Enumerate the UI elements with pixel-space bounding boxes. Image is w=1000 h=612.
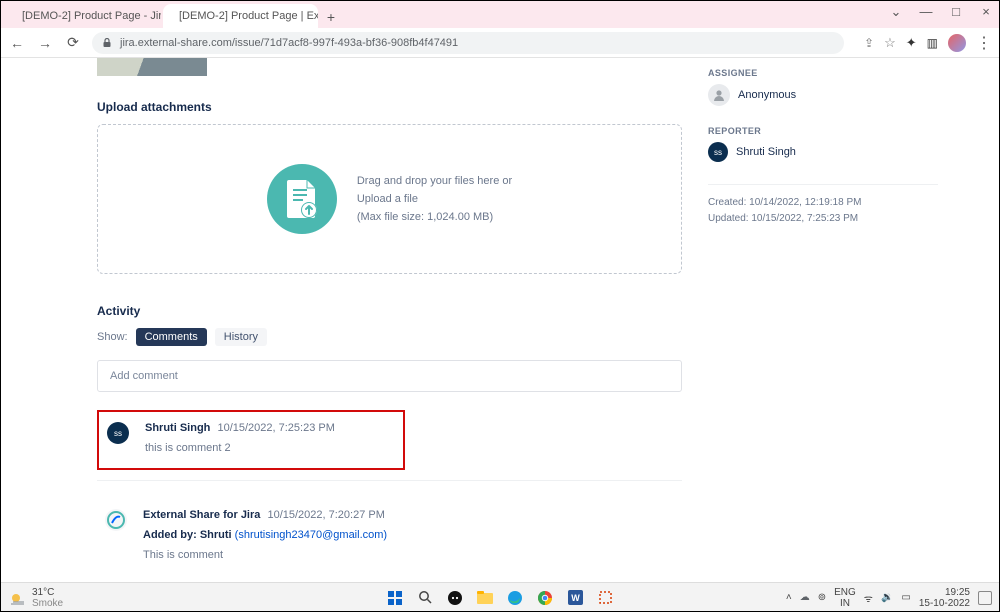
weather-temp: 31°C: [32, 587, 63, 598]
menu-icon[interactable]: ⋮: [976, 33, 992, 53]
divider: [97, 480, 682, 481]
edge-icon[interactable]: [505, 588, 525, 608]
clock-date: 15-10-2022: [919, 598, 970, 609]
added-by-email: (shrutisingh23470@gmail.com): [235, 529, 387, 541]
weather-icon: [8, 589, 26, 607]
activity-tabs: Show: Comments History: [97, 328, 682, 346]
browser-chrome: [DEMO-2] Product Page - Jira × [DEMO-2] …: [0, 0, 1000, 58]
activity-heading: Activity: [97, 304, 682, 318]
tab-strip: [DEMO-2] Product Page - Jira × [DEMO-2] …: [0, 0, 1000, 28]
tab-title: [DEMO-2] Product Page - Jira: [22, 10, 161, 22]
notification-icon[interactable]: [978, 591, 992, 605]
tab-external-share[interactable]: [DEMO-2] Product Page | Extern… ×: [163, 4, 318, 28]
tray-chevron-icon[interactable]: ˄: [786, 592, 792, 603]
star-icon[interactable]: ☆: [884, 35, 896, 51]
updated-text: Updated: 10/15/2022, 7:25:23 PM: [708, 211, 938, 227]
comment-author: External Share for Jira: [143, 509, 260, 521]
new-tab-button[interactable]: +: [320, 6, 342, 28]
tab-jira[interactable]: [DEMO-2] Product Page - Jira ×: [6, 4, 161, 28]
upload-file-link[interactable]: Upload a file: [357, 193, 512, 205]
share-icon[interactable]: ⇪: [864, 36, 874, 50]
chevron-down-icon[interactable]: ⌄: [888, 4, 904, 20]
explorer-icon[interactable]: [475, 588, 495, 608]
word-icon[interactable]: W: [565, 588, 585, 608]
url-text: jira.external-share.com/issue/71d7acf8-9…: [120, 37, 458, 49]
comment-timestamp: 10/15/2022, 7:25:23 PM: [217, 422, 334, 434]
app-avatar-icon: [105, 509, 127, 531]
weather-cond: Smoke: [32, 598, 63, 609]
wifi-icon[interactable]: ᯤ: [864, 591, 873, 605]
close-window-icon[interactable]: ×: [978, 4, 994, 20]
add-comment-input[interactable]: Add comment: [97, 360, 682, 392]
snip-icon[interactable]: [595, 588, 615, 608]
network-icon[interactable]: ⊚: [818, 592, 826, 603]
taskbar-center: W: [385, 588, 615, 608]
reporter-label: REPORTER: [708, 126, 938, 136]
avatar-initials: ss: [714, 148, 722, 157]
metadata: Created: 10/14/2022, 12:19:18 PM Updated…: [708, 184, 938, 227]
maximize-icon[interactable]: □: [948, 4, 964, 20]
upload-dropzone[interactable]: Drag and drop your files here or Upload …: [97, 124, 682, 274]
tab-comments[interactable]: Comments: [136, 328, 207, 346]
window-controls: ⌄ — □ ×: [888, 4, 994, 20]
upload-heading: Upload attachments: [97, 100, 682, 114]
reporter-value: Shruti Singh: [736, 146, 796, 158]
address-bar[interactable]: jira.external-share.com/issue/71d7acf8-9…: [92, 32, 844, 54]
comment-highlighted: ss Shruti Singh 10/15/2022, 7:25:23 PM t…: [97, 410, 405, 470]
windows-taskbar: 31°C Smoke W ˄ ☁ ⊚ ENG IN ᯤ 🔉 ▭ 19:25 15…: [0, 582, 1000, 612]
lock-icon: [102, 38, 112, 48]
avatar: ss: [107, 422, 129, 444]
max-size-text: (Max file size: 1,024.00 MB): [357, 211, 512, 223]
weather-widget[interactable]: 31°C Smoke: [0, 587, 63, 609]
assignee-value: Anonymous: [738, 89, 796, 101]
added-by: Added by: Shruti (shrutisingh23470@gmail…: [143, 529, 672, 541]
minimize-icon[interactable]: —: [918, 4, 934, 20]
chat-icon[interactable]: [445, 588, 465, 608]
side-panel-icon[interactable]: ▥: [927, 36, 938, 50]
lang-code: ENG: [834, 587, 856, 598]
browser-toolbar: ← → ⟳ jira.external-share.com/issue/71d7…: [0, 28, 1000, 58]
start-icon[interactable]: [385, 588, 405, 608]
assignee-row[interactable]: Anonymous: [708, 84, 938, 106]
attachment-thumbnail[interactable]: [97, 58, 207, 76]
tab-history[interactable]: History: [215, 328, 267, 346]
comment-body: this is comment 2: [145, 442, 393, 454]
reporter-row[interactable]: ss Shruti Singh: [708, 142, 938, 162]
clock-time: 19:25: [919, 587, 970, 598]
back-button[interactable]: ←: [8, 35, 26, 51]
anonymous-avatar-icon: [708, 84, 730, 106]
side-column: ASSIGNEE Anonymous REPORTER ss Shruti Si…: [708, 58, 938, 227]
extensions-icon[interactable]: ✦: [906, 35, 917, 51]
forward-button[interactable]: →: [36, 35, 54, 51]
region-code: IN: [834, 598, 856, 609]
svg-text:W: W: [571, 593, 580, 603]
reload-button[interactable]: ⟳: [64, 34, 82, 51]
avatar-initials: ss: [114, 429, 122, 438]
volume-icon[interactable]: 🔉: [881, 592, 893, 603]
avatar: ss: [708, 142, 728, 162]
profile-avatar[interactable]: [948, 34, 966, 52]
comment-author: Shruti Singh: [145, 422, 210, 434]
comment-timestamp: 10/15/2022, 7:20:27 PM: [267, 509, 384, 521]
onedrive-icon[interactable]: ☁: [800, 592, 810, 603]
tab-title: [DEMO-2] Product Page | Extern…: [179, 10, 318, 22]
dropzone-text: Drag and drop your files here or Upload …: [357, 175, 512, 223]
battery-icon[interactable]: ▭: [901, 592, 910, 603]
drag-instruction: Drag and drop your files here or: [357, 175, 512, 187]
comment-body: This is comment: [143, 549, 672, 561]
page-content: Upload attachments Drag and drop your fi…: [0, 58, 1000, 582]
file-upload-icon: [267, 164, 337, 234]
chrome-icon[interactable]: [535, 588, 555, 608]
assignee-label: ASSIGNEE: [708, 68, 938, 78]
created-text: Created: 10/14/2022, 12:19:18 PM: [708, 195, 938, 211]
clock[interactable]: 19:25 15-10-2022: [919, 587, 970, 609]
language-indicator[interactable]: ENG IN: [834, 587, 856, 609]
show-label: Show:: [97, 331, 128, 343]
taskbar-right: ˄ ☁ ⊚ ENG IN ᯤ 🔉 ▭ 19:25 15-10-2022: [786, 587, 992, 609]
comment: External Share for Jira 10/15/2022, 7:20…: [97, 499, 682, 575]
added-by-label: Added by: Shruti: [143, 529, 232, 541]
main-column: Upload attachments Drag and drop your fi…: [97, 58, 682, 575]
search-icon[interactable]: [415, 588, 435, 608]
toolbar-right: ⇪ ☆ ✦ ▥ ⋮: [864, 33, 992, 53]
